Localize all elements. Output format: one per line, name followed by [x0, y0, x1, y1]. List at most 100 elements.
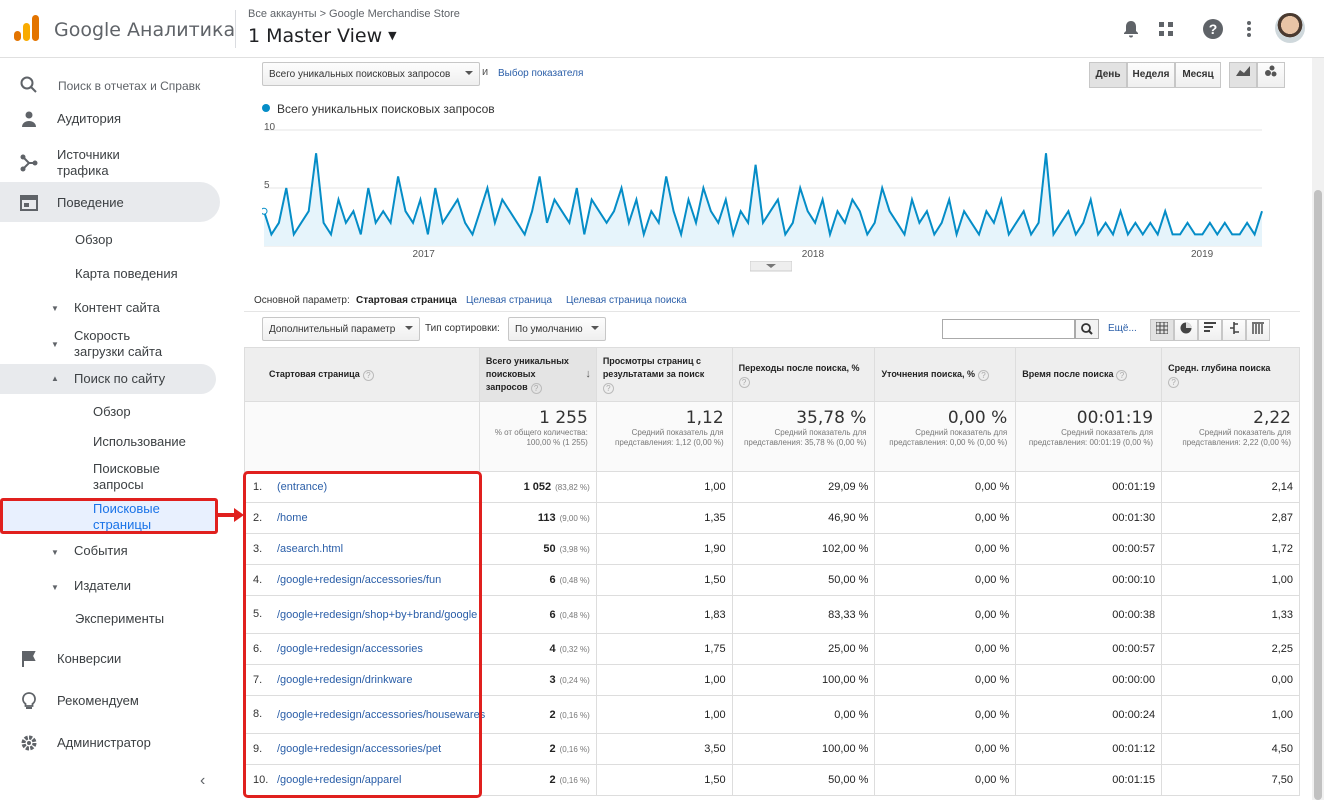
- sidebar-item-admin[interactable]: Администратор: [0, 722, 220, 762]
- totals-cell: 35,78 % Средний показатель для представле…: [731, 401, 876, 472]
- and-label: и: [482, 66, 489, 78]
- sidebar-item-acquisition[interactable]: Источники трафика: [0, 142, 220, 182]
- column-header[interactable]: Стартовая страница?: [244, 347, 480, 402]
- page-scrollbar-thumb[interactable]: [1314, 190, 1322, 800]
- motion-chart-toggle-icon[interactable]: [1257, 62, 1285, 88]
- line-chart-toggle-icon[interactable]: [1229, 62, 1257, 88]
- help-icon[interactable]: ?: [1168, 376, 1180, 388]
- analytics-logo-icon[interactable]: [14, 15, 40, 41]
- cell-value: 0,00 %: [731, 695, 876, 734]
- totals-cell: 1 255% от общего количества: 100,00 % (1…: [478, 401, 597, 472]
- sidebar-item-publisher[interactable]: ▼ Издатели: [0, 577, 216, 597]
- chart-svg[interactable]: 10 5 2017 2018 2019: [260, 118, 1264, 260]
- week-button[interactable]: Неделя: [1127, 62, 1175, 88]
- sidebar-item-site-content[interactable]: ▼ Контент сайта: [0, 298, 216, 318]
- sidebar-label: Контент сайта: [74, 300, 160, 315]
- column-header-label: Всего уникальных поисковых запросов: [485, 356, 569, 392]
- chevron-down-icon: [591, 326, 599, 330]
- cell-value: 0,00 %: [874, 764, 1017, 796]
- account-breadcrumb[interactable]: Все аккаунты > Google Merchandise Store: [248, 8, 460, 20]
- comparison-view-icon[interactable]: [1222, 319, 1246, 341]
- sidebar-item-search-overview[interactable]: Обзор: [0, 404, 216, 424]
- cell-value: 1,00: [1161, 695, 1300, 734]
- sidebar-item-overview[interactable]: Обзор: [0, 230, 216, 250]
- sort-select-value: По умолчанию: [515, 324, 583, 335]
- expand-icon: ▼: [51, 548, 59, 557]
- sidebar-item-site-speed[interactable]: ▼ Скорость загрузки сайта: [0, 326, 216, 360]
- help-icon[interactable]: ?: [530, 383, 542, 394]
- column-header[interactable]: Уточнения поиска, %?: [874, 347, 1017, 402]
- apps-grid-icon[interactable]: [1155, 18, 1177, 40]
- column-header[interactable]: Время после поиска?: [1015, 347, 1163, 402]
- sidebar-item-experiments[interactable]: Эксперименты: [0, 610, 216, 630]
- metric-select[interactable]: Всего уникальных поисковых запросов: [262, 62, 480, 86]
- searches-cell: 6 (0,48 %): [478, 595, 597, 634]
- table-view-icon[interactable]: [1150, 319, 1174, 341]
- totals-cell: 1,12 Средний показатель для представления…: [595, 401, 733, 472]
- chart-expand-handle[interactable]: [750, 261, 792, 273]
- column-header[interactable]: Средн. глубина поиска?: [1161, 347, 1300, 402]
- avatar[interactable]: [1275, 13, 1305, 43]
- column-header-label: Средн. глубина поиска: [1168, 362, 1271, 373]
- help-icon[interactable]: ?: [738, 376, 750, 388]
- total-caption: % от общего количества: 100,00 % (1 255): [494, 428, 588, 447]
- sidebar-label: Аудитория: [57, 111, 122, 126]
- x-tick-label: 2017: [413, 249, 436, 258]
- sidebar-label: Рекомендуем: [57, 693, 139, 708]
- sidebar-label: Источники трафика: [57, 147, 120, 178]
- column-header-label: Уточнения поиска, %: [881, 369, 975, 379]
- view-selector[interactable]: 1 Master View ▼: [248, 25, 397, 47]
- cell-value: 00:00:24: [1015, 695, 1163, 734]
- column-header[interactable]: Переходы после поиска, %?: [731, 347, 876, 402]
- column-header[interactable]: Просмотры страниц с результатами за поис…: [595, 347, 733, 402]
- table-header-row: Стартовая страница? Всего уникальных пои…: [244, 347, 1300, 402]
- help-icon[interactable]: ?: [602, 383, 614, 394]
- table-filter-input[interactable]: [942, 319, 1075, 339]
- sidebar-item-conversions[interactable]: Конверсии: [0, 638, 220, 678]
- sidebar-item-behavior[interactable]: Поведение: [0, 182, 220, 222]
- help-icon[interactable]: ?: [362, 370, 374, 381]
- column-header-sorted[interactable]: Всего уникальных поисковых запросов? ↓: [478, 347, 597, 402]
- searches-cell: 2 (0,16 %): [478, 733, 597, 765]
- filter-search-button[interactable]: [1075, 319, 1099, 339]
- help-icon[interactable]: ?: [978, 370, 989, 381]
- cell-value: 2,87: [1161, 502, 1300, 534]
- dimension-landing-page[interactable]: Стартовая страница: [356, 295, 457, 306]
- performance-view-icon[interactable]: [1198, 319, 1222, 341]
- pivot-view-icon[interactable]: [1246, 319, 1270, 341]
- sidebar-item-events[interactable]: ▼ События: [0, 542, 216, 562]
- data-point[interactable]: [260, 207, 268, 215]
- series-line[interactable]: [263, 153, 1263, 239]
- sidebar-item-recommendations[interactable]: Рекомендуем: [0, 680, 220, 720]
- day-button[interactable]: День: [1089, 62, 1127, 88]
- dimension-search-destination-page[interactable]: Целевая страница поиска: [566, 295, 687, 306]
- help-icon[interactable]: ?: [1202, 18, 1224, 40]
- cell-value: 0,00 %: [874, 664, 1017, 696]
- dimension-destination-page[interactable]: Целевая страница: [466, 295, 552, 306]
- line-chart[interactable]: 10 5 2017 2018 2019: [260, 118, 1264, 260]
- sidebar-item-audience[interactable]: Аудитория: [0, 98, 220, 138]
- cell-value: 00:01:30: [1015, 502, 1163, 534]
- month-button[interactable]: Месяц: [1175, 62, 1221, 88]
- advanced-filter-link[interactable]: Ещё...: [1108, 323, 1137, 334]
- sidebar-item-behavior-flow[interactable]: Карта поведения: [0, 264, 216, 284]
- sort-select[interactable]: По умолчанию: [508, 317, 606, 341]
- searches-cell: 2 (0,16 %): [478, 764, 597, 796]
- bell-icon[interactable]: [1120, 18, 1142, 40]
- sidebar-item-search-usage[interactable]: Использование: [0, 434, 216, 454]
- collapse-sidebar-icon[interactable]: ‹: [200, 772, 205, 790]
- search-icon: [20, 76, 37, 93]
- more-vert-icon[interactable]: [1238, 18, 1260, 40]
- cell-value: 1,00: [595, 664, 733, 696]
- help-icon[interactable]: ?: [1116, 370, 1128, 381]
- pie-view-icon[interactable]: [1174, 319, 1198, 341]
- sidebar-label: Эксперименты: [75, 611, 165, 626]
- lightbulb-icon: [22, 692, 36, 709]
- choose-metric-link[interactable]: Выбор показателя: [498, 68, 583, 79]
- secondary-dimension-select[interactable]: Дополнительный параметр: [262, 317, 420, 341]
- sidebar-item-search-terms[interactable]: Поисковые запросы: [0, 460, 216, 494]
- sidebar-search-placeholder: Поиск в отчетах и Справк: [58, 79, 201, 93]
- y-tick-label: 10: [264, 122, 276, 133]
- sidebar-item-site-search[interactable]: ▲ Поиск по сайту: [0, 364, 216, 394]
- sidebar-label: Поведение: [57, 195, 124, 210]
